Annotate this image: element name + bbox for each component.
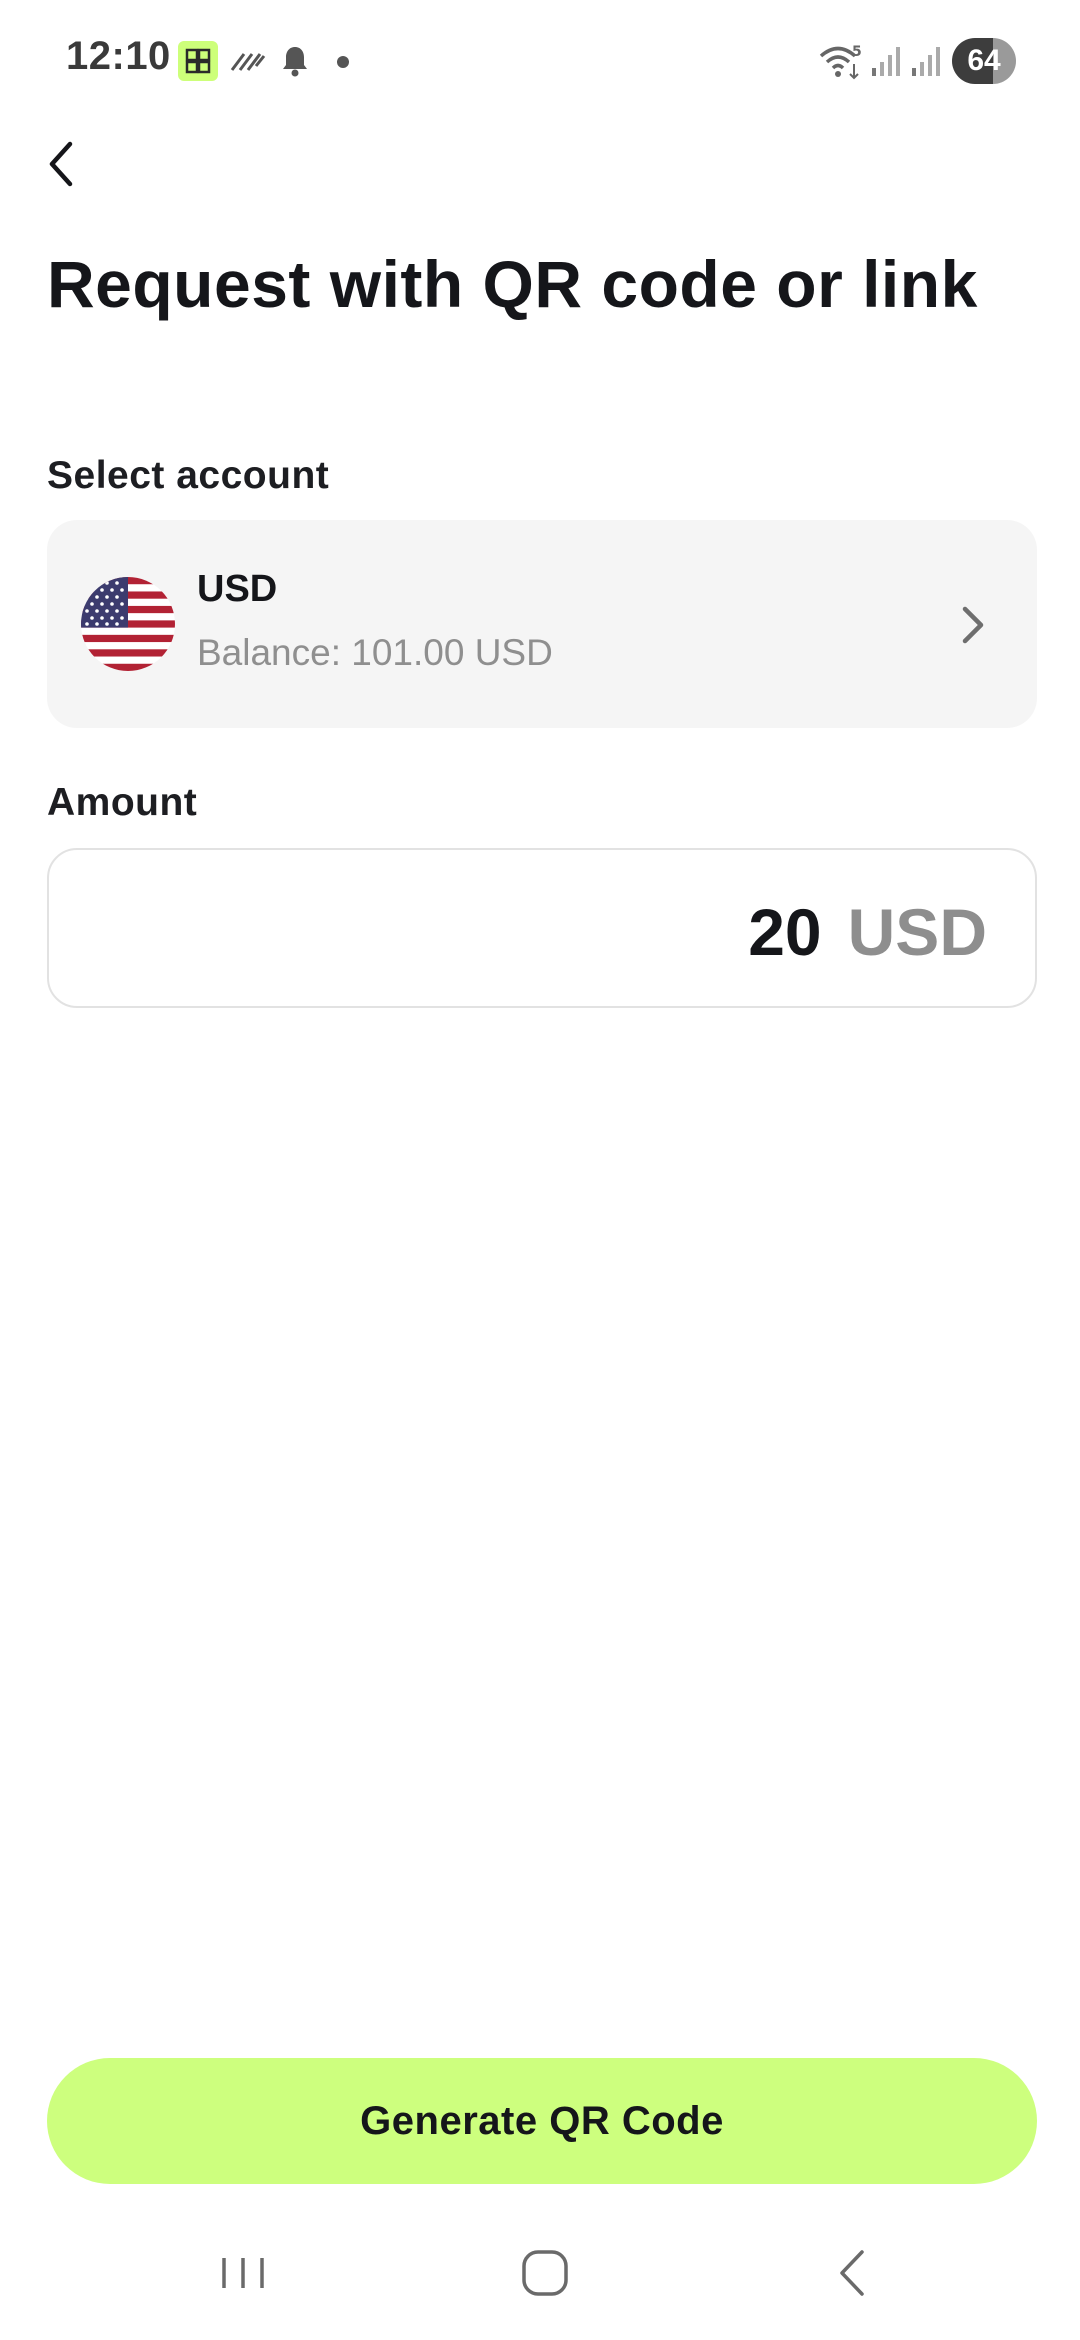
signal-pattern-icon: [230, 48, 266, 79]
status-bar: 12:10 5 64: [0, 0, 1080, 120]
bell-icon: [280, 44, 310, 83]
account-balance: Balance: 101.00 USD: [197, 632, 553, 673]
select-account-label: Select account: [47, 454, 330, 497]
back-button[interactable]: [40, 136, 84, 196]
amount-input[interactable]: 20 USD: [47, 848, 1037, 1008]
back-icon[interactable]: [828, 2244, 878, 2307]
page-title: Request with QR code or link: [47, 247, 978, 321]
svg-text:5: 5: [852, 44, 862, 60]
cell-signal-icon: [910, 44, 942, 83]
amount-currency: USD: [847, 895, 987, 969]
system-nav-bar: [0, 2220, 1080, 2340]
amount-value: 20: [748, 895, 822, 969]
dot-icon: [336, 55, 350, 74]
account-selector[interactable]: USD Balance: 101.00 USD: [47, 520, 1037, 728]
app-notification-icon: [178, 41, 218, 81]
wifi-icon: 5: [818, 42, 864, 87]
recents-icon[interactable]: [218, 2244, 268, 2307]
amount-display: 20 USD: [748, 894, 987, 970]
chevron-left-icon: [48, 140, 76, 193]
home-icon[interactable]: [520, 2244, 570, 2307]
battery-indicator: 64: [952, 38, 1016, 84]
cell-signal-icon: [870, 44, 902, 83]
amount-label: Amount: [47, 781, 198, 824]
generate-qr-code-button[interactable]: Generate QR Code: [47, 2058, 1037, 2184]
status-time: 12:10: [66, 34, 171, 78]
account-currency: USD: [197, 568, 278, 610]
us-flag-icon: [81, 577, 175, 671]
chevron-right-icon: [957, 603, 987, 647]
